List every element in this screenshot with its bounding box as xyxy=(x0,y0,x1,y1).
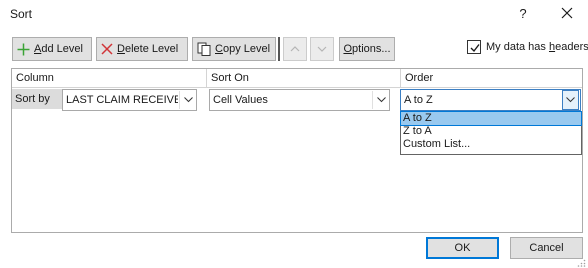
order-dropdown-arrow[interactable] xyxy=(562,90,579,110)
cancel-button[interactable]: Cancel xyxy=(510,237,583,259)
order-select[interactable]: A to Z xyxy=(400,89,581,111)
delete-level-label: elete Level xyxy=(124,43,179,56)
checkmark-icon xyxy=(470,44,480,53)
toolbar-separator xyxy=(278,37,280,61)
order-option-z-to-a[interactable]: Z to A xyxy=(401,125,581,138)
sort-on-header: Sort On xyxy=(206,69,400,87)
column-select-value: LAST CLAIM RECEIVED D xyxy=(66,94,178,106)
options-button[interactable]: Options... xyxy=(339,37,395,61)
add-level-label: dd Level xyxy=(41,43,83,56)
checkbox-box[interactable] xyxy=(467,40,481,54)
order-option-a-to-z[interactable]: A to Z xyxy=(400,111,582,126)
column-select[interactable]: LAST CLAIM RECEIVED D xyxy=(62,89,197,111)
copy-level-button[interactable]: Copy Level xyxy=(192,37,276,61)
copy-level-hotkey: C xyxy=(215,43,223,56)
close-button[interactable] xyxy=(554,2,580,26)
delete-level-hotkey: D xyxy=(117,43,125,56)
order-dropdown-list: A to Z Z to A Custom List... xyxy=(400,111,582,155)
headers-label-post: eaders xyxy=(555,41,588,53)
x-icon xyxy=(101,43,113,55)
sort-levels-grid: Column Sort On Order Sort by LAST CLAIM … xyxy=(11,68,583,233)
grid-header: Column Sort On Order xyxy=(12,69,582,88)
close-icon xyxy=(561,7,573,19)
add-level-button[interactable]: Add Level xyxy=(12,37,92,61)
chevron-down-icon xyxy=(566,97,575,103)
chevron-down-icon xyxy=(376,97,386,103)
help-button[interactable]: ? xyxy=(512,4,534,24)
chevron-down-icon xyxy=(183,97,193,103)
dialog-title: Sort xyxy=(10,7,33,21)
column-dropdown-arrow[interactable] xyxy=(179,91,196,109)
plus-icon xyxy=(17,43,30,56)
headers-checkbox[interactable]: My data has headers xyxy=(467,40,588,58)
delete-level-button[interactable]: Delete Level xyxy=(96,37,188,61)
order-select-value: A to Z xyxy=(404,94,433,106)
sort-by-label: Sort by xyxy=(12,89,62,109)
headers-label-pre: My data has xyxy=(486,41,549,53)
order-option-custom-list[interactable]: Custom List... xyxy=(401,138,581,151)
sort-dialog: Sort ? Add Level Delete Level Copy Level xyxy=(0,0,588,268)
copy-level-label: opy Level xyxy=(222,43,271,56)
options-hotkey: O xyxy=(343,43,353,55)
column-header: Column xyxy=(16,72,54,84)
options-label: ptions... xyxy=(352,43,391,55)
copy-icon xyxy=(197,42,211,57)
resize-grip-icon[interactable] xyxy=(577,259,586,267)
sort-on-select[interactable]: Cell Values xyxy=(209,89,390,111)
sort-on-dropdown-arrow[interactable] xyxy=(372,91,389,109)
move-down-button[interactable] xyxy=(310,37,334,61)
ok-button[interactable]: OK xyxy=(426,237,499,259)
chevron-up-icon xyxy=(290,46,300,52)
chevron-down-icon xyxy=(317,46,327,52)
move-up-button[interactable] xyxy=(283,37,307,61)
order-header: Order xyxy=(400,69,582,87)
sort-on-select-value: Cell Values xyxy=(213,94,268,106)
